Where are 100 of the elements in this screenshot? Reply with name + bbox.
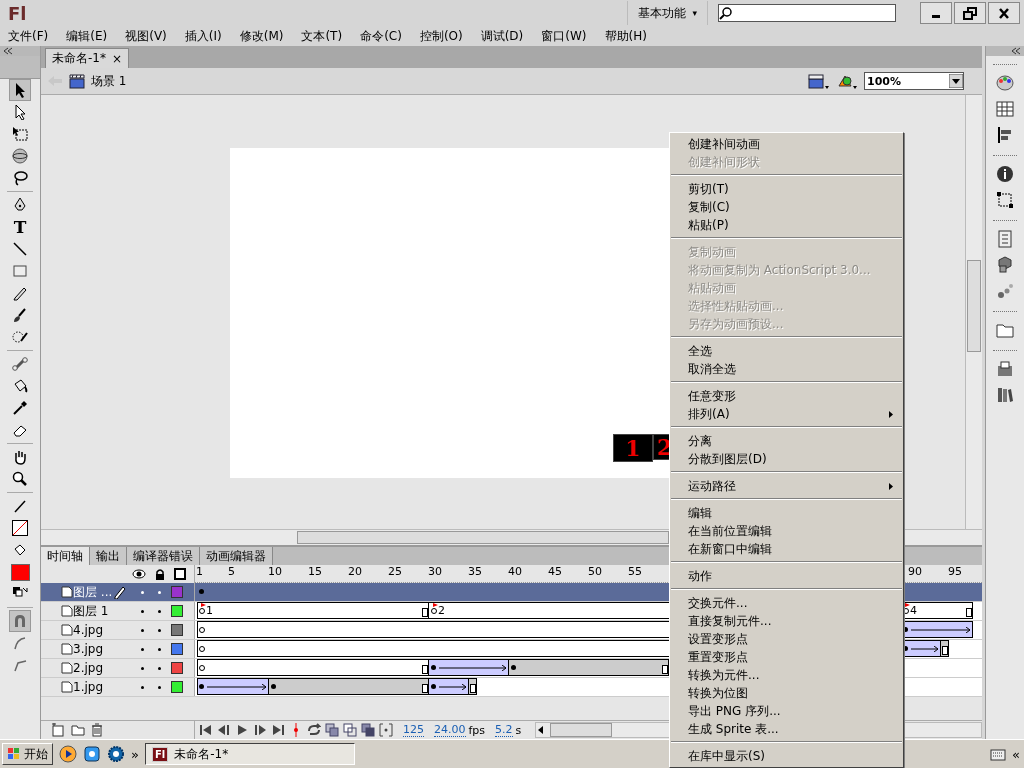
collapse-tray-button[interactable]: « (1012, 746, 1020, 762)
menu-item[interactable]: 转换为元件... (670, 666, 903, 684)
menu-item[interactable]: 取消全选 (670, 360, 903, 378)
dropdown-arrow-icon[interactable] (949, 74, 963, 88)
onion-outline-icon[interactable] (343, 723, 357, 737)
panel-tab[interactable]: 编译器错误 (127, 547, 200, 565)
lock-dot[interactable] (158, 685, 161, 689)
media-player-icon[interactable] (59, 745, 77, 763)
layer-row[interactable]: 4.jpg (41, 621, 195, 639)
panel-tab[interactable]: 时间轴 (41, 547, 90, 565)
skip-start-icon[interactable] (199, 723, 213, 737)
menu-item[interactable]: 动作 (670, 567, 903, 585)
layer-row[interactable]: 3.jpg (41, 640, 195, 658)
menu-item[interactable]: 文件(F) (4, 27, 57, 45)
menu-item[interactable]: 粘贴(P) (670, 216, 903, 234)
palette-icon[interactable] (996, 74, 1014, 92)
menu-item[interactable]: 编辑(E) (62, 27, 116, 45)
menu-item[interactable]: 复制(C) (670, 198, 903, 216)
menu-item[interactable]: 帮助(H) (600, 27, 655, 45)
elapsed-time[interactable]: 5.2 (495, 723, 513, 737)
app-shortcut-icon[interactable] (83, 745, 101, 763)
gear-icon[interactable] (107, 745, 125, 763)
menu-item[interactable]: 交换元件... (670, 594, 903, 612)
visibility-dot[interactable] (141, 647, 144, 651)
restore-icon[interactable] (962, 5, 978, 21)
menu-item[interactable]: 设置变形点 (670, 630, 903, 648)
menu-item[interactable]: 创建补间动画 (670, 135, 903, 153)
menu-item[interactable]: 直接复制元件... (670, 612, 903, 630)
scroll-thumb[interactable] (967, 260, 981, 352)
play-icon[interactable] (235, 723, 249, 737)
step-forward-icon[interactable] (253, 723, 267, 737)
layer-row[interactable]: 2.jpg (41, 659, 195, 677)
menu-item[interactable]: 重置变形点 (670, 648, 903, 666)
minimize-button[interactable] (920, 2, 952, 24)
document-tab[interactable]: 未命名-1* × (45, 48, 130, 68)
scroll-thumb[interactable] (550, 723, 613, 737)
menu-item[interactable]: 控制(O) (415, 27, 471, 45)
restore-button[interactable] (954, 2, 986, 24)
panel-tab[interactable]: 输出 (90, 547, 127, 565)
close-button[interactable] (988, 2, 1020, 24)
onion-markers-icon[interactable] (379, 723, 393, 737)
text-tool[interactable]: T (9, 216, 31, 238)
edit-frames-icon[interactable] (361, 723, 375, 737)
menu-item[interactable]: 视图(V) (121, 27, 175, 45)
info-icon[interactable] (996, 165, 1014, 183)
layer-row[interactable]: 图层 1 (41, 602, 195, 620)
expand-icon[interactable] (1011, 47, 1021, 55)
cubes-icon[interactable] (996, 256, 1014, 274)
lock-dot[interactable] (158, 666, 161, 670)
menu-item[interactable]: 任意变形 (670, 387, 903, 405)
lock-dot[interactable] (158, 628, 161, 632)
current-frame[interactable]: 125 (403, 723, 424, 737)
taskbar-button[interactable]: Fl 未命名-1* (144, 743, 355, 765)
search-field[interactable] (718, 4, 896, 22)
menu-item[interactable]: 排列(A) (670, 405, 903, 423)
visibility-dot[interactable] (141, 628, 144, 632)
library-icon[interactable] (996, 360, 1014, 378)
collapse-icon[interactable] (3, 47, 13, 55)
menu-item[interactable]: 生成 Sprite 表... (670, 720, 903, 738)
start-button[interactable]: 开始 (2, 743, 53, 765)
frame-rate[interactable]: 24.00 (434, 723, 466, 737)
menu-item[interactable]: 修改(M) (235, 27, 292, 45)
menu-item[interactable]: 编辑 (670, 504, 903, 522)
edit-scene-icon[interactable] (808, 72, 830, 90)
lock-dot[interactable] (158, 647, 161, 651)
close-tab-button[interactable]: × (111, 51, 123, 66)
folder-icon[interactable] (71, 723, 85, 737)
trash-icon[interactable] (91, 723, 103, 737)
new-layer-icon[interactable] (51, 723, 65, 737)
workspace-switcher[interactable]: 基本功能 ▾ (627, 1, 708, 25)
menu-item[interactable]: 在新窗口中编辑 (670, 540, 903, 558)
dots-icon[interactable] (996, 282, 1014, 300)
lock-dot[interactable] (158, 609, 161, 613)
step-back-icon[interactable] (217, 723, 231, 737)
align-icon[interactable] (996, 126, 1014, 144)
menu-item[interactable]: 窗口(W) (537, 27, 595, 45)
tab-label[interactable]: 未命名-1* (52, 50, 106, 67)
skip-end-icon[interactable] (271, 723, 285, 737)
lock-dot[interactable] (158, 590, 161, 594)
vertical-scrollbar[interactable] (965, 95, 982, 529)
menu-item[interactable]: 转换为位图 (670, 684, 903, 702)
menu-item[interactable]: 调试(D) (476, 27, 532, 45)
panel-tab[interactable]: 动画编辑器 (200, 547, 273, 565)
loop-icon[interactable] (307, 723, 321, 737)
keyboard-icon[interactable] (990, 746, 1007, 762)
visibility-dot[interactable] (141, 590, 144, 594)
onion-skin-icon[interactable] (325, 723, 339, 737)
menu-item[interactable]: 导出 PNG 序列... (670, 702, 903, 720)
scroll-thumb[interactable] (297, 531, 669, 544)
menu-item[interactable]: 文本(T) (297, 27, 351, 45)
menu-item[interactable]: 在库中显示(S) (670, 747, 903, 765)
grid-icon[interactable] (996, 100, 1014, 118)
layer-row[interactable]: 1.jpg (41, 678, 195, 696)
transform-icon[interactable] (996, 191, 1014, 209)
visibility-dot[interactable] (141, 685, 144, 689)
menu-item[interactable]: 插入(I) (180, 27, 230, 45)
component-icon[interactable] (996, 230, 1014, 248)
menu-item[interactable]: 全选 (670, 342, 903, 360)
books-icon[interactable] (996, 386, 1014, 404)
menu-item[interactable]: 剪切(T) (670, 180, 903, 198)
